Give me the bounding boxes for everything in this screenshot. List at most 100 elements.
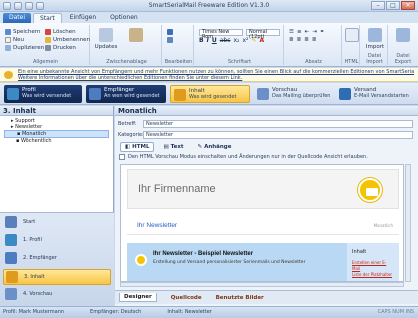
superscript-button[interactable]: x² — [242, 37, 248, 44]
company-name: Ihr Firmenname — [138, 183, 216, 195]
close-button[interactable]: ✕ — [401, 1, 415, 10]
highlight-icon[interactable]: ✎ — [251, 37, 256, 44]
checkbox-icon[interactable] — [119, 154, 125, 160]
group-export: Datei Export — [390, 25, 416, 65]
band-heading: Ihr Newsletter - Beispiel Newsletter — [153, 251, 254, 257]
maximize-button[interactable]: □ — [386, 1, 400, 10]
step-nav-item[interactable]: Start — [3, 215, 111, 231]
right-pane-title: Monatlich — [115, 106, 418, 116]
strike-button[interactable]: abc — [220, 37, 231, 44]
tab-html[interactable]: ◧ HTML — [120, 142, 155, 152]
link-icon[interactable]: ⚭ — [320, 29, 325, 35]
find-icon — [167, 29, 173, 35]
ribbon-tab-3[interactable]: Optionen — [104, 13, 144, 23]
category-input[interactable]: Newsletter — [143, 130, 413, 139]
export-button[interactable] — [389, 28, 417, 44]
step-nav-item[interactable]: 2. Empfänger — [3, 251, 111, 267]
underline-button[interactable]: U — [212, 37, 217, 44]
updates-button[interactable]: Updates — [92, 28, 120, 50]
align-center-icon[interactable]: ≣ — [297, 37, 302, 43]
ribbon-tab-2[interactable]: Einfügen — [64, 13, 102, 23]
subject-input[interactable]: Newsletter — [143, 119, 413, 128]
wizard-step-2[interactable]: Empfänger An wen wird gesendet — [86, 85, 166, 103]
tab-designer[interactable]: Designer — [119, 293, 157, 302]
wizard-step-1[interactable]: Profil Was wird versendet — [4, 85, 82, 103]
status-content: Inhalt: Newsletter — [167, 309, 212, 315]
step-nav-item[interactable]: 1. Profil — [3, 233, 111, 249]
tree-item[interactable]: ▪ Wöchentlich — [4, 138, 109, 144]
html-icon — [345, 28, 359, 42]
preview-horizontal-scrollbar[interactable] — [120, 282, 404, 287]
minimize-button[interactable]: – — [371, 1, 385, 10]
step-nav-icon — [5, 216, 17, 228]
editor-tabs: ◧ HTML ▤ Text ✎ Anhänge — [120, 142, 236, 152]
duplicate-button[interactable]: Duplizieren — [2, 44, 46, 52]
font-size-select[interactable]: Normal (12pt) — [246, 28, 280, 39]
tree-item-label: Newsletter — [15, 124, 43, 130]
preview-mode-option[interactable]: Den HTML Vorschau Modus einschalten und … — [119, 154, 368, 160]
tab-text[interactable]: ▤ Text — [158, 142, 188, 152]
subscript-button[interactable]: x₂ — [233, 37, 239, 44]
find-button[interactable] — [164, 28, 193, 36]
outdent-icon[interactable]: ⇤ — [305, 29, 310, 35]
tree-item[interactable]: ▪ Monatlich — [4, 130, 109, 138]
category-row: Kategorie: Newsletter — [118, 130, 413, 139]
save-button[interactable]: Speichern — [2, 28, 46, 36]
contents-link-1[interactable]: Erstellen einer E-Mail — [352, 260, 394, 272]
tree-item-label: Monatlich — [21, 131, 47, 137]
preview-vertical-scrollbar[interactable] — [405, 164, 411, 282]
ribbon: Speichern Neu Duplizieren Löschen Umbene… — [0, 23, 418, 67]
bullet-dot-icon — [135, 254, 147, 266]
wizard-step-3[interactable]: Inhalt Was wird gesendet — [170, 85, 250, 103]
left-pane: 3. Inhalt ▸ Support ▸ Newsletter ▪ Monatli… — [0, 106, 114, 318]
subject-label: Betreff: — [118, 120, 137, 127]
step-nav-item[interactable]: 3. Inhalt — [3, 269, 111, 285]
font-family-select[interactable]: Times New Rom — [199, 28, 243, 39]
group-label-import: Datei Import — [366, 53, 383, 65]
mailing-tree: ▸ Support ▸ Newsletter ▪ Monatlich ▪ Wöchen… — [0, 116, 113, 146]
ribbon-tab-1[interactable]: Start — [33, 13, 62, 23]
import-button[interactable]: Import — [361, 28, 389, 50]
info-line-2[interactable]: Weitere Informationen über die unterschi… — [18, 75, 414, 81]
tab-attachments[interactable]: ✎ Anhänge — [193, 142, 237, 152]
duplicate-icon — [5, 45, 11, 51]
status-profile: Profil: Mark Mustermann — [3, 309, 65, 315]
bold-button[interactable]: B — [199, 37, 204, 44]
editor-mode-tabs: Designer Quellcode Benutzte Bilder — [115, 290, 418, 304]
group-absatz: ☰ ≡ ⇤ ⇥ ⚭ ≣ ≣ ≣ ≣ Absatz — [286, 25, 342, 65]
save-icon — [5, 29, 11, 35]
align-left-icon[interactable]: ≣ — [289, 37, 294, 43]
ribbon-tab-0[interactable]: Datei — [3, 13, 32, 23]
indent-icon[interactable]: ⇥ — [312, 29, 317, 35]
newsletter-title: Ihr Newsletter — [137, 222, 178, 229]
tab-source[interactable]: Quellcode — [171, 295, 202, 301]
number-list-icon[interactable]: ≡ — [297, 29, 302, 35]
status-bar: Profil: Mark Mustermann Empfänger: Deuts… — [0, 306, 418, 318]
contents-box: Inhalt Erstellen einer E-Mail Liste der … — [347, 243, 399, 281]
window-controls: – □ ✕ — [371, 1, 415, 10]
group-label-bearbeiten: Bearbeiten — [164, 59, 193, 65]
rename-button[interactable]: Umbenennen — [42, 36, 90, 44]
bullet-list-icon[interactable]: ☰ — [289, 29, 294, 35]
rename-icon — [45, 37, 51, 43]
contents-link-2[interactable]: Liste der Platzhalter — [352, 272, 394, 278]
font-color-icon[interactable]: A — [259, 37, 264, 44]
tab-used-images[interactable]: Benutzte Bilder — [216, 295, 264, 301]
justify-icon[interactable]: ≣ — [312, 37, 317, 43]
align-right-icon[interactable]: ≣ — [304, 37, 309, 43]
wizard-step-5[interactable]: Versand E-Mail Versandstarten — [336, 85, 416, 103]
replace-button[interactable] — [164, 36, 193, 44]
step-nav-icon — [5, 288, 17, 300]
print-icon — [45, 45, 51, 51]
wizard-step-4[interactable]: Vorschau Das Mailing überprüfen — [254, 85, 332, 103]
info-icon — [4, 71, 13, 79]
newsletter-title-row: Ihr Newsletter Monatlich — [127, 213, 399, 235]
new-button[interactable]: Neu — [2, 36, 46, 44]
html-preview[interactable]: Ihr Firmenname Ihr Newsletter Monatlich … — [120, 164, 404, 282]
delete-button[interactable]: Löschen — [42, 28, 90, 36]
italic-button[interactable]: I — [207, 37, 209, 44]
print-button[interactable]: Drucken — [42, 44, 90, 52]
paste-button[interactable] — [122, 28, 150, 44]
category-label: Kategorie: — [118, 131, 144, 138]
step-nav-item[interactable]: 4. Vorschau — [3, 287, 111, 303]
